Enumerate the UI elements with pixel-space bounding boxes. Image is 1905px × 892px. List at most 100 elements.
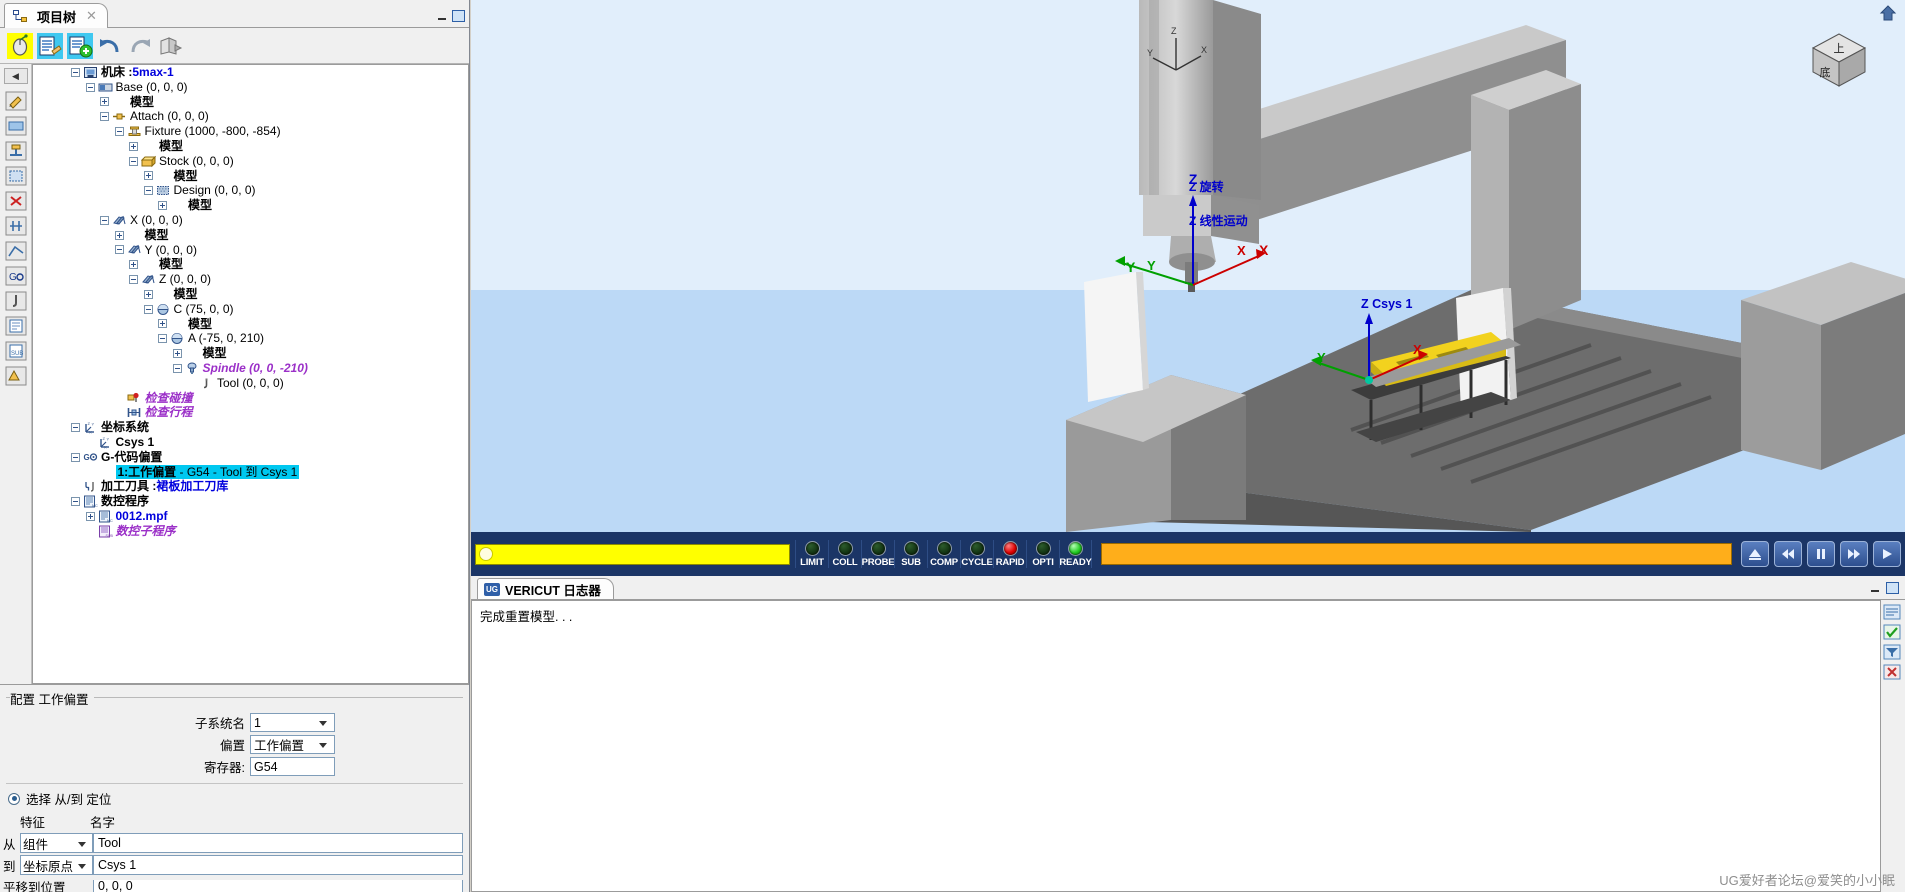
collapse-icon[interactable] — [71, 497, 80, 506]
collapse-icon[interactable] — [143, 186, 153, 196]
collapse-icon[interactable] — [71, 67, 80, 77]
led-opti[interactable]: OPTI — [1026, 540, 1059, 568]
step-back-button[interactable] — [1774, 541, 1802, 567]
collapse-icon[interactable] — [100, 112, 109, 122]
project-tree[interactable]: 机床 : 5max-1 Base (0, 0, 0) 模型 Attach (0, 0,… — [32, 64, 469, 684]
edit-list-icon[interactable] — [36, 32, 64, 60]
tree-item[interactable]: G G-代码偏置 — [33, 450, 468, 465]
tree-item[interactable]: SUB 数控子程序 — [33, 524, 468, 539]
log-restore-button[interactable] — [1886, 582, 1899, 594]
stock-icon[interactable] — [3, 114, 29, 138]
add-component-icon[interactable] — [66, 32, 94, 60]
offset-position-input[interactable]: 0, 0, 0 — [93, 880, 463, 892]
tree-item[interactable]: Z Y X Csys 1 — [33, 435, 468, 450]
mouse-config-icon[interactable] — [6, 32, 34, 60]
tree-item[interactable]: 模型 — [33, 287, 468, 302]
play-button[interactable] — [1873, 541, 1901, 567]
tp-icon[interactable] — [3, 364, 29, 388]
tree-item[interactable]: Spindle (0, 0, -210) — [33, 361, 468, 376]
expand-icon[interactable] — [158, 319, 167, 329]
tab-project-tree[interactable]: 项目树 ✕ — [4, 3, 108, 28]
tree-item[interactable]: 模型 — [33, 169, 468, 184]
nc-sub-icon[interactable]: SUB — [3, 339, 29, 363]
tool-icon[interactable] — [3, 289, 29, 313]
tree-item[interactable]: 机床 : 5max-1 — [33, 65, 468, 80]
tolerance-icon[interactable] — [3, 239, 29, 263]
log-minimize-button[interactable] — [1869, 582, 1882, 594]
tree-item[interactable]: Z Y X 坐标系统 — [33, 420, 468, 435]
progress-knob[interactable] — [479, 547, 493, 561]
led-comp[interactable]: COMP — [927, 540, 960, 568]
led-ready[interactable]: READY — [1059, 540, 1092, 568]
collapse-icon[interactable] — [71, 452, 80, 462]
tree-item[interactable]: 模型 — [33, 317, 468, 332]
tree-item[interactable]: 模型 — [33, 95, 468, 110]
remove-icon[interactable] — [3, 189, 29, 213]
from-feature-select[interactable]: 组件 — [20, 833, 93, 853]
restore-button[interactable] — [452, 10, 465, 22]
tree-item[interactable]: NC 数控程序 — [33, 494, 468, 509]
export-icon[interactable] — [156, 32, 184, 60]
collapse-icon[interactable] — [114, 127, 124, 137]
subsystem-select[interactable]: 1 — [250, 713, 335, 732]
log-clear-icon[interactable] — [1883, 664, 1903, 682]
collapse-icon[interactable] — [129, 275, 138, 285]
tree-item[interactable]: C (75, 0, 0) — [33, 302, 468, 317]
log-list-icon[interactable] — [1883, 604, 1903, 622]
expand-icon[interactable] — [158, 201, 167, 211]
tree-item[interactable]: Fixture (1000, -800, -854) — [33, 124, 468, 139]
log-filter-icon[interactable] — [1883, 644, 1903, 662]
tree-item[interactable]: 加工刀具 : 裙板加工刀库 — [33, 479, 468, 494]
expand-icon[interactable] — [100, 97, 109, 107]
tree-item[interactable]: Tool (0, 0, 0) — [33, 376, 468, 391]
tree-item[interactable]: 模型 — [33, 257, 468, 272]
expand-icon[interactable] — [85, 511, 95, 521]
expand-icon[interactable] — [143, 171, 153, 181]
radio-button[interactable] — [8, 792, 20, 805]
view-cube[interactable]: 上 底 — [1803, 28, 1875, 90]
tree-item[interactable]: Design (0, 0, 0) — [33, 183, 468, 198]
3d-viewport[interactable]: Z Y X Y X Z Y X Y X Z 旋转 Z 线性运动 Z Csys 1… — [471, 0, 1905, 532]
collapse-icon[interactable] — [100, 215, 109, 225]
redo-icon[interactable] — [126, 32, 154, 60]
undo-icon[interactable] — [96, 32, 124, 60]
tree-item[interactable]: Z (0, 0, 0) — [33, 272, 468, 287]
pause-button[interactable] — [1807, 541, 1835, 567]
expand-icon[interactable] — [114, 230, 124, 240]
to-feature-select[interactable]: 坐标原点 — [20, 855, 93, 875]
log-check-icon[interactable] — [1883, 624, 1903, 642]
tree-item[interactable]: 1:工作偏置 - G54 - Tool 到 Csys 1 — [33, 464, 468, 480]
home-icon[interactable] — [1879, 4, 1897, 22]
minimize-button[interactable] — [436, 10, 449, 22]
led-rapid[interactable]: RAPID — [993, 540, 1026, 568]
led-sub[interactable]: SUB — [894, 540, 927, 568]
design-icon[interactable] — [3, 164, 29, 188]
rail-collapse-button[interactable]: ◀ — [3, 68, 28, 84]
collapse-icon[interactable] — [129, 156, 138, 166]
tree-item[interactable]: 模型 — [33, 139, 468, 154]
tab-vericut-log[interactable]: UG VERICUT 日志器 — [477, 578, 614, 599]
reset-button[interactable] — [1741, 541, 1769, 567]
from-name-input[interactable]: Tool — [93, 833, 463, 853]
led-probe[interactable]: PROBE — [861, 540, 895, 568]
collapse-icon[interactable] — [85, 82, 95, 92]
tree-item[interactable]: X (0, 0, 0) — [33, 213, 468, 228]
expand-icon[interactable] — [172, 349, 182, 359]
tree-item[interactable]: 模型 — [33, 198, 468, 213]
to-name-input[interactable]: Csys 1 — [93, 855, 463, 875]
progress-bar-yellow[interactable] — [475, 543, 790, 565]
collapse-icon[interactable] — [143, 304, 153, 314]
step-forward-button[interactable] — [1840, 541, 1868, 567]
tree-item[interactable]: 检查行程 — [33, 405, 468, 420]
collapse-icon[interactable] — [172, 363, 182, 373]
select-from-to-radio-row[interactable]: 选择 从/到 定位 — [0, 789, 469, 808]
led-cycle[interactable]: CYCLE — [960, 540, 993, 568]
tree-item[interactable]: 模型 — [33, 346, 468, 361]
tree-item[interactable]: Y (0, 0, 0) — [33, 243, 468, 258]
collapse-icon[interactable] — [158, 334, 167, 344]
collapse-icon[interactable] — [114, 245, 124, 255]
log-message-area[interactable]: 完成重置模型. . . — [471, 600, 1881, 892]
expand-icon[interactable] — [129, 260, 138, 270]
pencil-icon[interactable] — [3, 89, 29, 113]
tree-item[interactable]: Base (0, 0, 0) — [33, 80, 468, 95]
